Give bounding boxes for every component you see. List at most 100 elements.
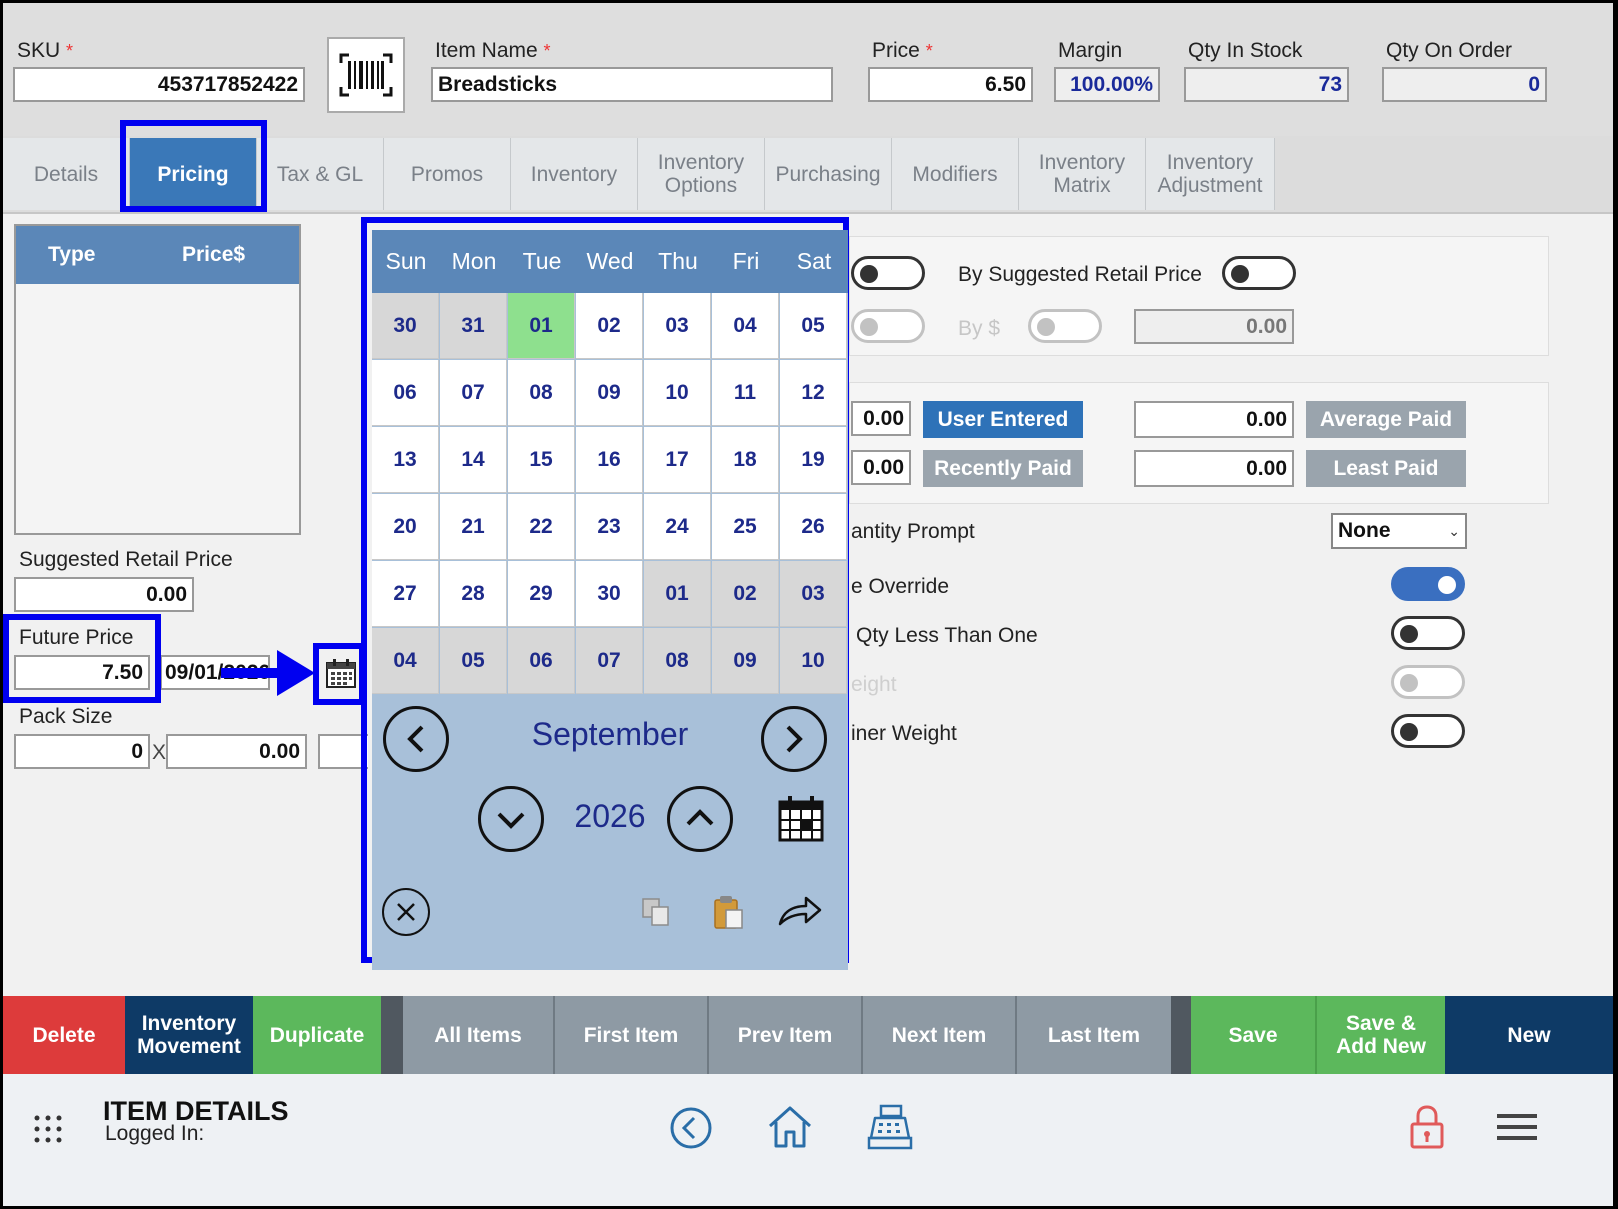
recently-paid-button[interactable]: Recently Paid (923, 450, 1083, 487)
calendar-day[interactable]: 29 (508, 561, 575, 627)
tab-purchasing[interactable]: Purchasing (765, 138, 892, 210)
inventory-movement-button[interactable]: Inventory Movement (125, 996, 253, 1074)
calendar-day[interactable]: 06 (508, 628, 575, 694)
save-button[interactable]: Save (1191, 996, 1317, 1074)
calendar-day[interactable]: 20 (372, 494, 439, 560)
new-button[interactable]: New (1445, 996, 1613, 1074)
calendar-day[interactable]: 04 (372, 628, 439, 694)
price-input[interactable]: 6.50 (868, 67, 1033, 102)
calendar-day[interactable]: 03 (780, 561, 847, 627)
cost-field-1[interactable]: 0.00 (851, 401, 911, 436)
least-paid-button[interactable]: Least Paid (1306, 450, 1466, 487)
last-item-button[interactable]: Last Item (1017, 996, 1171, 1074)
average-paid-button[interactable]: Average Paid (1306, 401, 1466, 438)
by-percent-toggle[interactable] (851, 309, 925, 343)
calendar-day[interactable]: 13 (372, 427, 439, 493)
calendar-day[interactable]: 28 (440, 561, 507, 627)
calendar-day[interactable]: 01 (644, 561, 711, 627)
pack-qty-input[interactable]: 0 (14, 734, 150, 769)
price-override-toggle[interactable] (1391, 567, 1465, 601)
pack-unit-input[interactable] (318, 734, 368, 769)
tab-inventory[interactable]: Inventory (511, 138, 638, 210)
next-month-button[interactable] (761, 706, 827, 772)
next-item-button[interactable]: Next Item (863, 996, 1017, 1074)
calendar-day[interactable]: 21 (440, 494, 507, 560)
by-dollar-toggle[interactable] (1028, 309, 1102, 343)
calendar-day[interactable]: 22 (508, 494, 575, 560)
delete-button[interactable]: Delete (3, 996, 125, 1074)
calendar-day[interactable]: 18 (712, 427, 779, 493)
item-name-input[interactable]: Breadsticks (431, 67, 833, 102)
calendar-icon[interactable] (325, 659, 357, 689)
calendar-day[interactable]: 19 (780, 427, 847, 493)
sku-input[interactable]: 453717852422 (13, 67, 305, 102)
calendar-day[interactable]: 07 (576, 628, 643, 694)
suggested-retail-input[interactable]: 0.00 (14, 577, 194, 612)
tab-promos[interactable]: Promos (384, 138, 511, 210)
tab-pricing[interactable]: Pricing (130, 138, 257, 210)
calendar-day[interactable]: 02 (712, 561, 779, 627)
calendar-day[interactable]: 12 (780, 360, 847, 426)
calendar-day[interactable]: 30 (576, 561, 643, 627)
calendar-day[interactable]: 01 (508, 293, 575, 359)
prev-month-button[interactable] (383, 706, 449, 772)
all-items-button[interactable]: All Items (403, 996, 555, 1074)
calendar-day[interactable]: 27 (372, 561, 439, 627)
weight-toggle[interactable] (1391, 665, 1465, 699)
calendar-day[interactable]: 07 (440, 360, 507, 426)
future-price-input[interactable]: 7.50 (14, 655, 150, 690)
by-suggested-toggle[interactable] (1222, 256, 1296, 290)
calendar-day[interactable]: 11 (712, 360, 779, 426)
calendar-day[interactable]: 06 (372, 360, 439, 426)
calendar-day[interactable]: 14 (440, 427, 507, 493)
calendar-day[interactable]: 09 (712, 628, 779, 694)
paste-icon[interactable] (712, 894, 746, 930)
calendar-day[interactable]: 05 (780, 293, 847, 359)
prev-item-button[interactable]: Prev Item (709, 996, 863, 1074)
calendar-day[interactable]: 10 (644, 360, 711, 426)
qty-less-than-one-toggle[interactable] (1391, 616, 1465, 650)
today-calendar-icon[interactable] (778, 796, 824, 842)
copy-icon[interactable] (640, 896, 672, 928)
calendar-day[interactable]: 23 (576, 494, 643, 560)
cash-register-icon[interactable] (867, 1104, 913, 1150)
calendar-day[interactable]: 16 (576, 427, 643, 493)
tab-modifiers[interactable]: Modifiers (892, 138, 1019, 210)
calendar-day[interactable]: 09 (576, 360, 643, 426)
hamburger-menu-icon[interactable] (1497, 1112, 1537, 1142)
prev-year-button[interactable] (478, 786, 544, 852)
calendar-day[interactable]: 04 (712, 293, 779, 359)
save-add-new-button[interactable]: Save & Add New (1317, 996, 1445, 1074)
calendar-day[interactable]: 30 (372, 293, 439, 359)
container-weight-toggle[interactable] (1391, 714, 1465, 748)
next-year-button[interactable] (667, 786, 733, 852)
barcode-icon[interactable] (327, 37, 405, 113)
tab-inventory-options[interactable]: Inventory Options (638, 138, 765, 210)
calendar-day[interactable]: 08 (508, 360, 575, 426)
duplicate-button[interactable]: Duplicate (253, 996, 381, 1074)
quantity-prompt-select[interactable]: None ⌄ (1331, 513, 1467, 549)
user-entered-button[interactable]: User Entered (923, 401, 1083, 438)
tab-tax-gl[interactable]: Tax & GL (257, 138, 384, 210)
by-margin-toggle[interactable] (851, 256, 925, 290)
calendar-day[interactable]: 26 (780, 494, 847, 560)
tab-details[interactable]: Details (3, 138, 130, 210)
calendar-day[interactable]: 03 (644, 293, 711, 359)
calendar-day[interactable]: 15 (508, 427, 575, 493)
calendar-day[interactable]: 25 (712, 494, 779, 560)
least-paid-value[interactable]: 0.00 (1134, 450, 1294, 487)
lock-icon[interactable] (1409, 1104, 1445, 1150)
calendar-day[interactable]: 02 (576, 293, 643, 359)
calendar-day[interactable]: 08 (644, 628, 711, 694)
calendar-day[interactable]: 10 (780, 628, 847, 694)
cost-field-2[interactable]: 0.00 (851, 450, 911, 485)
forward-arrow-icon[interactable] (776, 894, 824, 930)
home-icon[interactable] (766, 1104, 814, 1150)
first-item-button[interactable]: First Item (555, 996, 709, 1074)
close-icon[interactable] (382, 888, 430, 936)
calendar-day[interactable]: 05 (440, 628, 507, 694)
tab-inventory-matrix[interactable]: Inventory Matrix (1019, 138, 1146, 210)
calendar-day[interactable]: 17 (644, 427, 711, 493)
calendar-day[interactable]: 24 (644, 494, 711, 560)
pack-price-input[interactable]: 0.00 (166, 734, 307, 769)
